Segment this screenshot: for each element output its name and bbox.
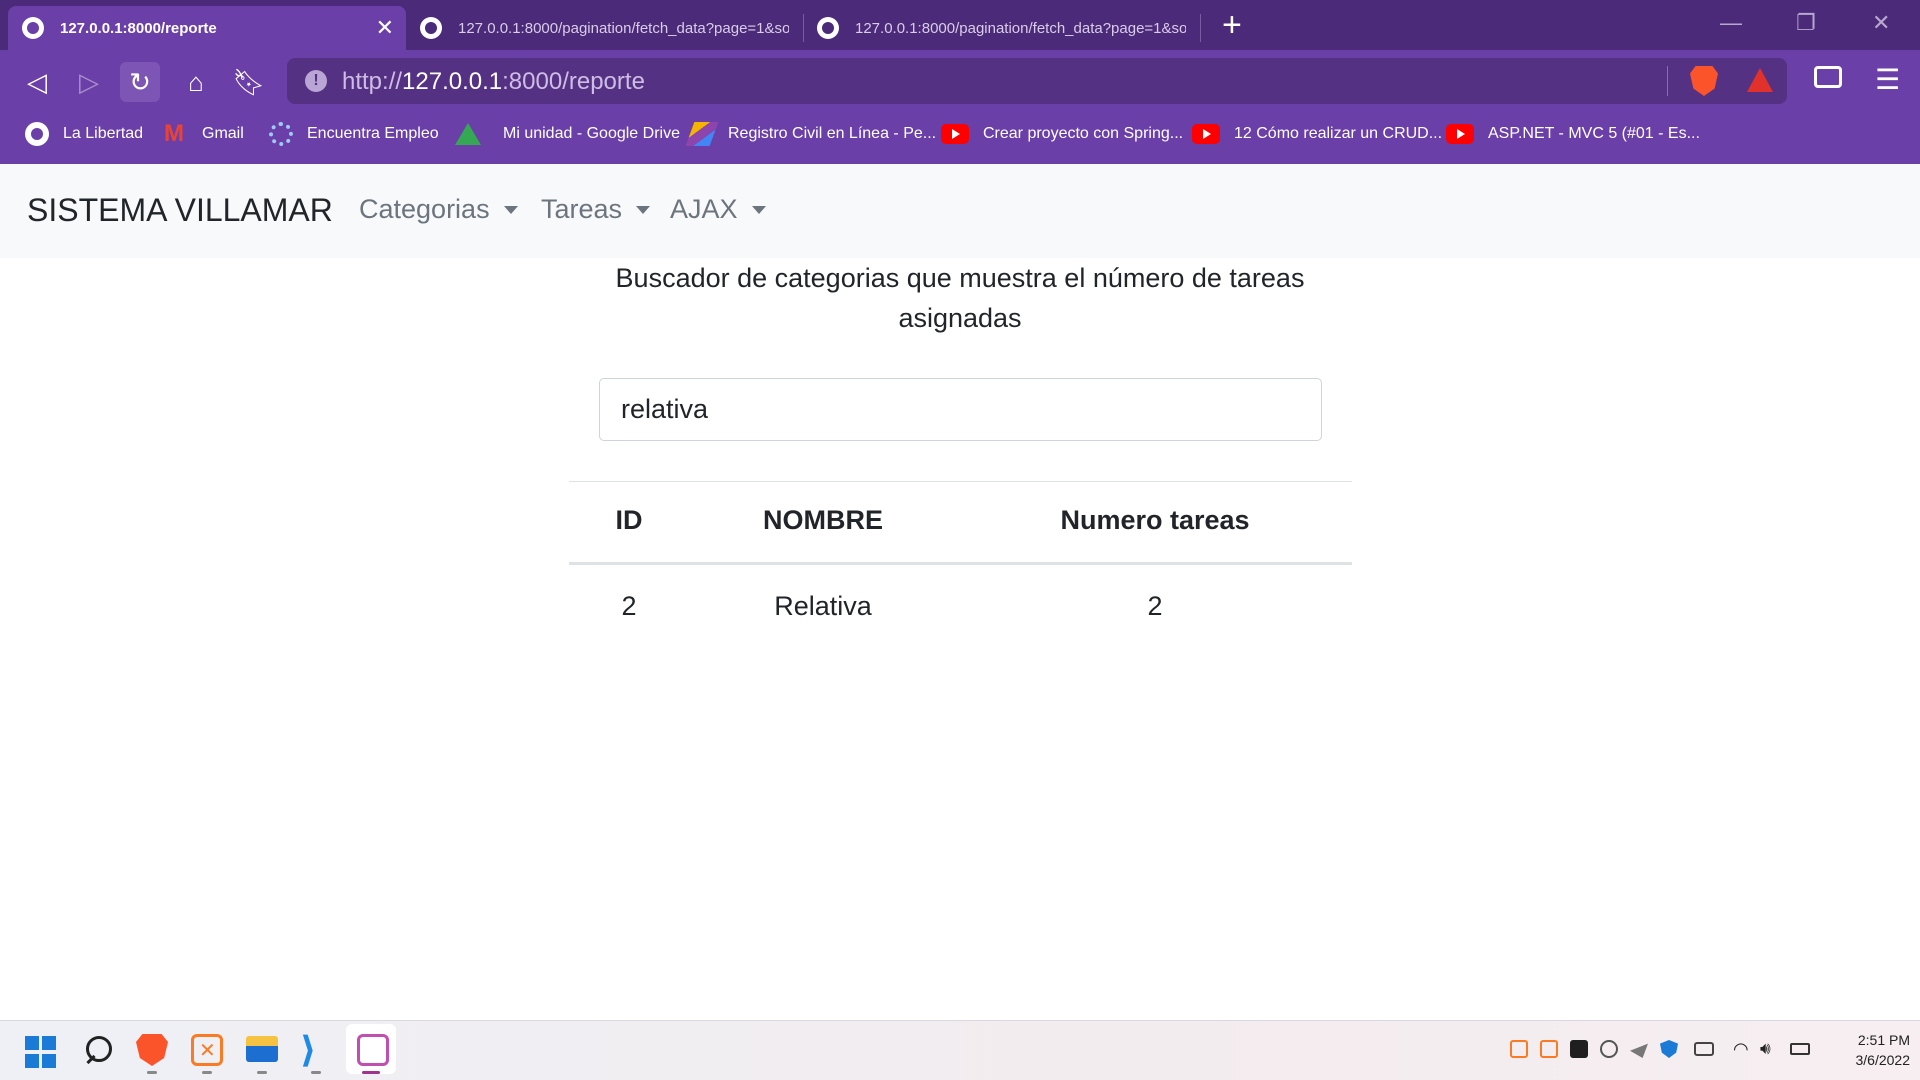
running-indicator — [311, 1071, 321, 1074]
file-explorer-icon[interactable] — [246, 1036, 278, 1062]
home-icon[interactable]: ⌂ — [176, 62, 216, 102]
gmail-icon — [164, 120, 188, 148]
wifi-icon[interactable]: ◠ — [1733, 1040, 1751, 1058]
site-info-icon[interactable]: ! — [305, 70, 327, 92]
new-tab-icon[interactable]: + — [1222, 8, 1242, 42]
bookmark-encuentra-empleo[interactable]: Encuentra Empleo — [269, 120, 439, 148]
vscode-icon[interactable]: ⟩ — [300, 1032, 332, 1068]
bookmark-aspnet[interactable]: ASP.NET - MVC 5 (#01 - Es... — [1446, 120, 1700, 148]
youtube-icon — [1192, 124, 1220, 144]
table-header-border — [569, 562, 1352, 565]
nvidia-icon[interactable] — [1570, 1040, 1588, 1058]
table-top-border — [569, 481, 1352, 482]
nav-item-label: AJAX — [670, 194, 738, 224]
nav-item-label: Tareas — [541, 194, 623, 224]
globe-icon — [420, 17, 442, 39]
close-icon[interactable]: ✕ — [376, 15, 394, 41]
running-indicator-active — [362, 1071, 380, 1074]
tab-strip: 127.0.0.1:8000/reporte ✕ 127.0.0.1:8000/… — [0, 0, 1920, 50]
globe-icon — [25, 122, 49, 146]
youtube-icon — [941, 124, 969, 144]
bookmark-label: Registro Civil en Línea - Pe... — [728, 125, 937, 142]
nav-dropdown-tareas[interactable]: Tareas — [541, 194, 651, 225]
menu-icon[interactable]: ☰ — [1875, 66, 1900, 94]
nav-item-label: Categorias — [359, 194, 490, 224]
tab-pagination-1[interactable]: 127.0.0.1:8000/pagination/fetch_data?pag… — [406, 6, 803, 50]
address-divider — [1667, 66, 1668, 96]
heading-line-1: Buscador de categorias que muestra el nú… — [615, 263, 1305, 293]
windows-start-icon[interactable] — [25, 1036, 57, 1068]
url-scheme: http:// — [342, 68, 403, 95]
bookmark-label: Gmail — [202, 125, 244, 142]
clock-date: 3/6/2022 — [1855, 1052, 1911, 1068]
youtube-icon — [1446, 124, 1474, 144]
tab-title: 127.0.0.1:8000/pagination/fetch_data?pag… — [458, 19, 789, 37]
navbar-brand[interactable]: SISTEMA VILLAMAR — [27, 192, 333, 229]
system-clock[interactable]: 2:51 PM 3/6/2022 — [1820, 1030, 1911, 1070]
wallet-icon[interactable] — [1814, 66, 1842, 88]
restore-icon[interactable]: ❐ — [1796, 10, 1816, 36]
brave-shields-icon[interactable] — [1690, 66, 1718, 96]
volume-icon[interactable]: 🔊︎ — [1760, 1040, 1778, 1058]
bookmark-label: Mi unidad - Google Drive — [503, 125, 680, 142]
network-share-icon[interactable] — [1600, 1040, 1618, 1058]
window-close-icon[interactable]: ✕ — [1872, 10, 1890, 36]
bookmark-gmail[interactable]: Gmail — [164, 120, 244, 148]
tab-title: 127.0.0.1:8000/reporte — [60, 19, 217, 37]
nav-dropdown-ajax[interactable]: AJAX — [670, 194, 766, 225]
bookmark-icon[interactable]: 🔖︎ — [229, 62, 269, 102]
tab-pagination-2[interactable]: 127.0.0.1:8000/pagination/fetch_data?pag… — [803, 6, 1200, 50]
running-indicator — [147, 1071, 157, 1074]
running-indicator — [257, 1071, 267, 1074]
snipping-tool-icon[interactable] — [357, 1034, 389, 1066]
google-drive-icon — [455, 123, 481, 145]
page-heading: Buscador de categorias que muestra el nú… — [560, 258, 1360, 338]
globe-icon — [22, 17, 44, 39]
bookmark-la-libertad[interactable]: La Libertad — [25, 120, 143, 148]
bookmark-google-drive[interactable]: Mi unidad - Google Drive — [455, 120, 680, 148]
tab-reporte[interactable]: 127.0.0.1:8000/reporte ✕ — [8, 6, 406, 50]
xampp-tray-icon[interactable] — [1510, 1040, 1528, 1058]
caret-down-icon — [503, 205, 518, 214]
search-icon[interactable] — [82, 1034, 114, 1066]
bookmark-crud[interactable]: 12 Cómo realizar un CRUD... — [1192, 120, 1442, 148]
nav-dropdown-categorias[interactable]: Categorias — [359, 194, 518, 225]
battery-icon[interactable] — [1790, 1043, 1810, 1055]
reload-icon[interactable]: ↻ — [120, 62, 160, 102]
bookmark-label: Encuentra Empleo — [307, 125, 439, 142]
taskbar — [0, 1020, 1920, 1080]
caret-down-icon — [636, 205, 651, 214]
clock-time: 2:51 PM — [1857, 1032, 1910, 1048]
search-input[interactable]: relativa — [599, 378, 1322, 441]
keyboard-icon[interactable] — [1694, 1042, 1714, 1056]
bookmark-registro-civil[interactable]: Registro Civil en Línea - Pe... — [685, 120, 937, 148]
bookmark-label: 12 Cómo realizar un CRUD... — [1234, 125, 1443, 142]
url-path: :8000/reporte — [502, 68, 645, 95]
forward-icon[interactable]: ▷ — [69, 62, 109, 102]
running-indicator — [202, 1071, 212, 1074]
bookmark-spring[interactable]: Crear proyecto con Spring... — [941, 120, 1183, 148]
bookmark-label: Crear proyecto con Spring... — [983, 125, 1184, 142]
tab-separator — [1200, 14, 1201, 42]
brave-rewards-icon[interactable] — [1747, 68, 1773, 92]
url-host: 127.0.0.1 — [402, 68, 503, 95]
registro-civil-icon — [685, 122, 719, 146]
bookmark-label: ASP.NET - MVC 5 (#01 - Es... — [1488, 125, 1700, 142]
caret-down-icon — [751, 205, 766, 214]
url-text[interactable]: http://127.0.0.1:8000/reporte — [342, 68, 645, 96]
site-navbar: SISTEMA VILLAMAR Categorias Tareas AJAX — [0, 164, 1920, 258]
back-icon[interactable]: ◁ — [17, 62, 57, 102]
address-bar[interactable]: ! http://127.0.0.1:8000/reporte — [287, 58, 1787, 104]
xampp-tray-icon[interactable] — [1540, 1040, 1558, 1058]
minimize-icon[interactable]: — — [1720, 10, 1742, 36]
xampp-icon[interactable] — [191, 1034, 223, 1066]
bookmark-label: La Libertad — [63, 125, 144, 142]
tab-title: 127.0.0.1:8000/pagination/fetch_data?pag… — [855, 19, 1186, 37]
heading-line-2: asignadas — [898, 303, 1022, 333]
globe-icon — [817, 17, 839, 39]
gear-icon — [269, 122, 293, 146]
